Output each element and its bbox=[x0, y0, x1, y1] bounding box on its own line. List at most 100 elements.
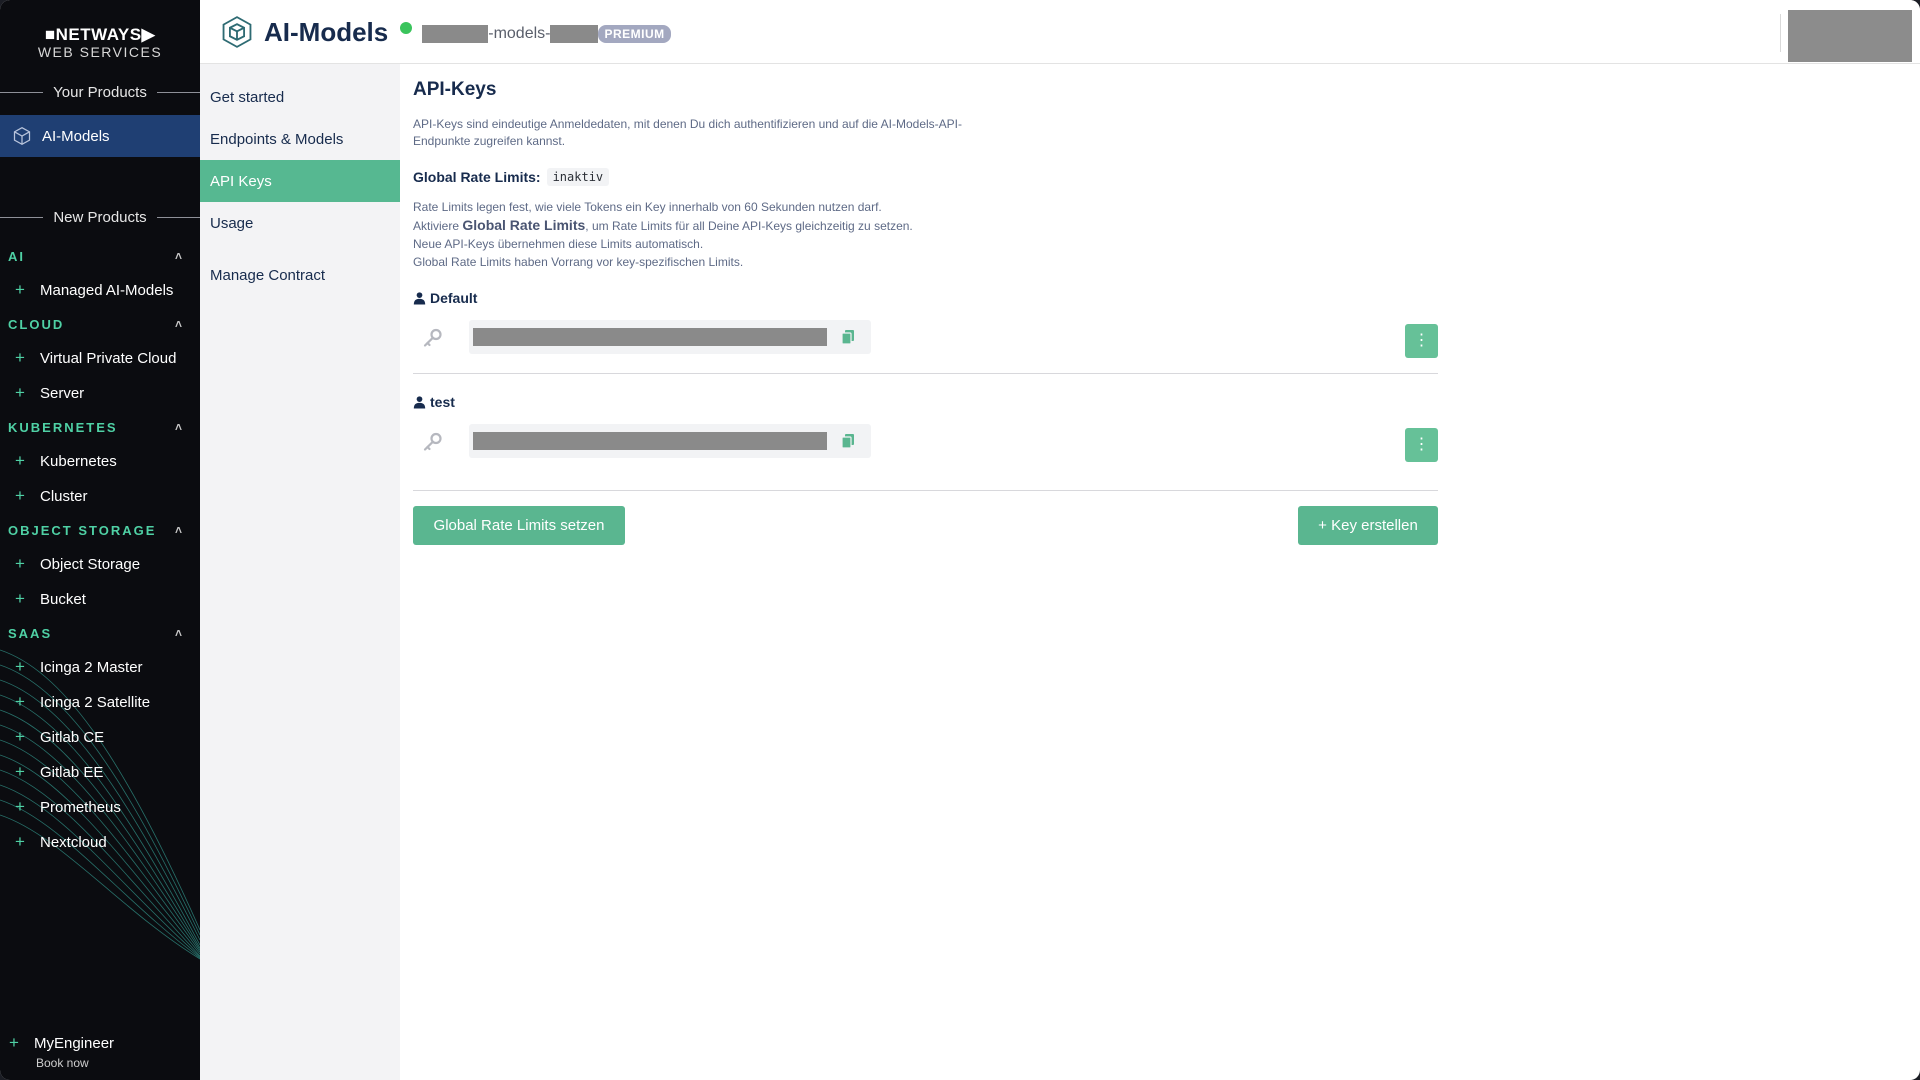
redacted-api-key bbox=[473, 432, 827, 450]
plus-icon: + bbox=[15, 451, 25, 470]
chevron-up-icon: ˄ bbox=[174, 523, 182, 537]
sidebar-item-gitlab-ce[interactable]: + Gitlab CE bbox=[0, 724, 200, 750]
subnav-usage[interactable]: Usage bbox=[200, 202, 400, 244]
netways-logo[interactable]: ■NETWAYS▶ WEB SERVICES bbox=[0, 26, 200, 59]
category-label: CLOUD bbox=[8, 316, 65, 332]
rate-limits-info: Rate Limits legen fest, wie viele Tokens… bbox=[413, 198, 1113, 271]
new-products-label: New Products bbox=[53, 208, 147, 226]
plus-icon: + bbox=[9, 1033, 19, 1052]
create-key-button[interactable]: + Key erstellen bbox=[1298, 506, 1438, 545]
sidebar-item-cluster[interactable]: + Cluster bbox=[0, 483, 200, 509]
key-icon bbox=[423, 432, 442, 451]
global-rate-limits-value: inaktiv bbox=[546, 168, 610, 186]
sidebar-item-label: Icinga 2 Satellite bbox=[40, 693, 151, 711]
sidebar-item-icinga-2-master[interactable]: + Icinga 2 Master bbox=[0, 654, 200, 680]
sidebar-item-gitlab-ee[interactable]: + Gitlab EE bbox=[0, 759, 200, 785]
sidebar-item-virtual-private-cloud[interactable]: + Virtual Private Cloud bbox=[0, 345, 200, 371]
cube-icon bbox=[13, 126, 31, 146]
chevron-up-icon: ˄ bbox=[174, 626, 182, 640]
project-identifier: -models- PREMIUM bbox=[422, 25, 671, 43]
logo-brand: ■NETWAYS▶ bbox=[44, 25, 156, 44]
key-icon bbox=[423, 328, 442, 347]
category-saas[interactable]: SAAS ˄ bbox=[8, 623, 192, 643]
sidebar-item-label: Gitlab CE bbox=[40, 728, 105, 746]
api-key-value-field[interactable] bbox=[469, 424, 871, 458]
category-kubernetes[interactable]: KUBERNETES ˄ bbox=[8, 417, 192, 437]
sidebar-item-prometheus[interactable]: + Prometheus bbox=[0, 794, 200, 820]
sidebar-item-icinga-2-satellite[interactable]: + Icinga 2 Satellite bbox=[0, 689, 200, 715]
api-key-item: test ⋮ bbox=[413, 392, 1438, 474]
new-products-divider: New Products bbox=[0, 207, 200, 227]
sidebar-item-ai-models[interactable]: AI-Models bbox=[0, 115, 200, 157]
api-key-name-label: Default bbox=[430, 290, 478, 306]
divider bbox=[413, 490, 1438, 491]
api-key-row: ⋮ bbox=[413, 412, 1438, 474]
myengineer-subtitle: Book now bbox=[36, 1056, 89, 1070]
subnav-manage-contract[interactable]: Manage Contract bbox=[200, 254, 400, 296]
subnav-endpoints-models[interactable]: Endpoints & Models bbox=[200, 118, 400, 160]
set-global-rate-limits-button[interactable]: Global Rate Limits setzen bbox=[413, 506, 625, 545]
premium-badge: PREMIUM bbox=[598, 25, 671, 43]
api-key-name: Default bbox=[413, 288, 1438, 308]
main-content: API-Keys API-Keys sind eindeutige Anmeld… bbox=[400, 64, 1920, 1080]
page-title: AI-Models bbox=[264, 16, 389, 47]
header-title-group: AI-Models -models- PREMIUM bbox=[220, 14, 671, 50]
sidebar-item-bucket[interactable]: + Bucket bbox=[0, 586, 200, 612]
product-subnav: Get started Endpoints & Models API Keys … bbox=[200, 64, 400, 1080]
rate-info-line: Global Rate Limits haben Vorrang vor key… bbox=[413, 255, 744, 269]
sidebar-item-managed-ai-models[interactable]: + Managed AI-Models bbox=[0, 277, 200, 303]
rate-info-suffix: , um Rate Limits für all Deine API-Keys … bbox=[585, 219, 913, 233]
rate-info-line: Aktiviere Global Rate Limits, um Rate Li… bbox=[413, 216, 1113, 235]
divider bbox=[413, 373, 1438, 374]
your-products-label: Your Products bbox=[53, 83, 147, 101]
sidebar-item-label: Virtual Private Cloud bbox=[40, 349, 177, 367]
myengineer-link[interactable]: + MyEngineer Book now bbox=[0, 1033, 200, 1073]
sidebar-item-label: Gitlab EE bbox=[40, 763, 104, 781]
plus-icon: + bbox=[15, 657, 25, 676]
sidebar-item-object-storage[interactable]: + Object Storage bbox=[0, 551, 200, 577]
key-options-button[interactable]: ⋮ bbox=[1405, 428, 1438, 462]
rate-info-line: Rate Limits legen fest, wie viele Tokens… bbox=[413, 200, 882, 214]
api-key-value-field[interactable] bbox=[469, 320, 871, 354]
redacted-text bbox=[550, 25, 599, 43]
category-label: AI bbox=[8, 248, 25, 264]
chevron-up-icon: ˄ bbox=[174, 249, 182, 263]
project-name-middle: -models- bbox=[488, 25, 551, 42]
plus-icon: + bbox=[15, 692, 25, 711]
sidebar-item-nextcloud[interactable]: + Nextcloud bbox=[0, 829, 200, 855]
sidebar-item-kubernetes[interactable]: + Kubernetes bbox=[0, 448, 200, 474]
sidebar-item-server[interactable]: + Server bbox=[0, 380, 200, 406]
plus-icon: + bbox=[15, 589, 25, 608]
sidebar-item-label: Object Storage bbox=[40, 555, 141, 573]
subnav-get-started[interactable]: Get started bbox=[200, 76, 400, 118]
redacted-api-key bbox=[473, 328, 827, 346]
chevron-up-icon: ˄ bbox=[174, 317, 182, 331]
category-label: KUBERNETES bbox=[8, 419, 118, 435]
user-menu[interactable] bbox=[1788, 10, 1912, 62]
api-key-name: test bbox=[413, 392, 1438, 412]
copy-icon[interactable] bbox=[841, 433, 855, 449]
subnav-api-keys[interactable]: API Keys bbox=[200, 160, 400, 202]
myengineer-label: MyEngineer bbox=[34, 1034, 115, 1052]
main-sidebar: ■NETWAYS▶ WEB SERVICES Your Products AI-… bbox=[0, 0, 200, 1080]
plus-icon: + bbox=[15, 797, 25, 816]
sidebar-item-label: Bucket bbox=[40, 590, 86, 608]
rate-info-emphasis: Global Rate Limits bbox=[462, 217, 586, 233]
category-ai[interactable]: AI ˄ bbox=[8, 246, 192, 266]
chevron-up-icon: ˄ bbox=[174, 420, 182, 434]
user-icon bbox=[413, 292, 426, 305]
page-header: AI-Models -models- PREMIUM bbox=[200, 0, 1920, 64]
plus-icon: + bbox=[15, 383, 25, 402]
sidebar-item-label: AI-Models bbox=[42, 127, 110, 145]
user-icon bbox=[413, 396, 426, 409]
section-description: API-Keys sind eindeutige Anmeldedaten, m… bbox=[413, 117, 962, 148]
your-products-divider: Your Products bbox=[0, 82, 200, 102]
section-title: API-Keys bbox=[413, 79, 497, 100]
copy-icon[interactable] bbox=[841, 329, 855, 345]
category-cloud[interactable]: CLOUD ˄ bbox=[8, 314, 192, 334]
sidebar-item-label: Cluster bbox=[40, 487, 88, 505]
logo-subtitle: WEB SERVICES bbox=[37, 44, 163, 60]
category-object-storage[interactable]: OBJECT STORAGE ˄ bbox=[8, 520, 192, 540]
key-options-button[interactable]: ⋮ bbox=[1405, 324, 1438, 358]
sidebar-item-label: Icinga 2 Master bbox=[40, 658, 143, 676]
